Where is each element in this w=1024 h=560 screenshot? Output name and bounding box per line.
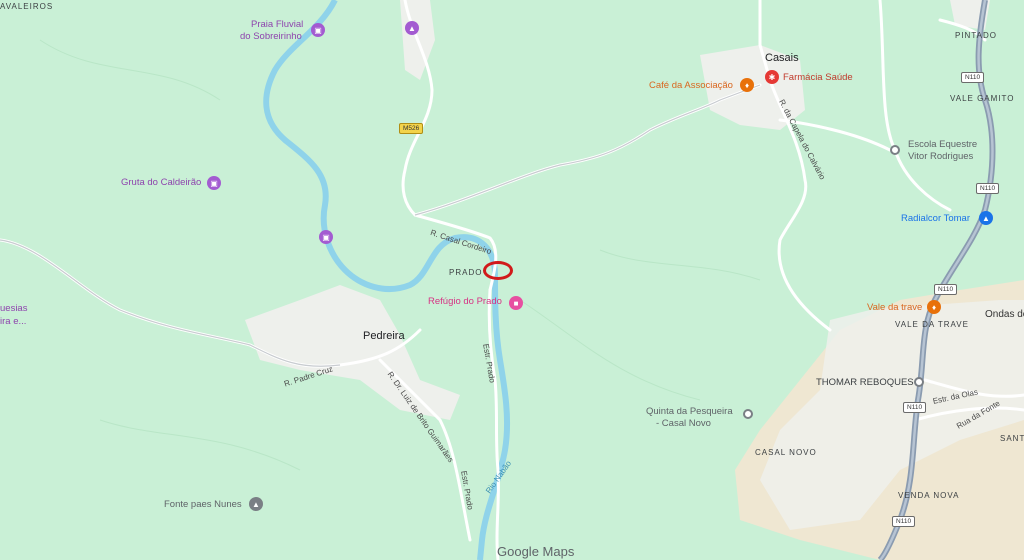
poi-label-quesias-line2: ira e...	[0, 316, 27, 327]
poi-label-refugio-do-prado[interactable]: Refúgio do Prado	[428, 296, 502, 307]
place-label-casais[interactable]: Casais	[765, 52, 799, 64]
map-canvas[interactable]: AVALEIROS PINTADO VALE GAMITO Casais PRA…	[0, 0, 1024, 560]
place-label-avaleiros: AVALEIROS	[0, 2, 54, 11]
road-shield-n110: N110	[903, 402, 927, 413]
landmark-icon[interactable]: ▲	[249, 497, 263, 511]
place-dot-icon[interactable]	[890, 145, 900, 155]
museum-icon[interactable]: ▲	[405, 21, 419, 35]
road-shield-n110: N110	[892, 516, 916, 527]
place-dot-icon[interactable]	[743, 409, 753, 419]
poi-label-fonte-paes-nunes[interactable]: Fonte paes Nunes	[164, 499, 242, 510]
poi-label-gruta-do-caldeirao[interactable]: Gruta do Caldeirão	[121, 177, 201, 188]
poi-label-vale-da-trave[interactable]: Vale da trave	[867, 302, 922, 313]
place-label-pedreira[interactable]: Pedreira	[363, 330, 405, 342]
place-label-sant: SANT	[1000, 434, 1024, 443]
poi-label-quesias-line1: uesias	[0, 303, 28, 314]
poi-label-escola-line1[interactable]: Escola Equestre	[908, 139, 977, 150]
highlight-ellipse-marker	[483, 261, 513, 280]
place-label-ondas: Ondas de	[985, 309, 1024, 320]
map-base-layer	[0, 0, 1024, 560]
road-shield-n110: N110	[961, 72, 985, 83]
poi-label-escola-line2[interactable]: Vitor Rodrigues	[908, 151, 973, 162]
poi-label-radialcor-tomar[interactable]: Radialcor Tomar	[901, 213, 970, 224]
place-label-pintado: PINTADO	[955, 31, 997, 40]
place-label-vale-da-trave: VALE DA TRAVE	[895, 320, 969, 329]
lodging-icon[interactable]: ■	[509, 296, 523, 310]
road-shield-m526: M526	[399, 123, 424, 134]
pharmacy-icon[interactable]: ✱	[765, 70, 779, 84]
poi-label-quinta-line2[interactable]: - Casal Novo	[656, 418, 711, 429]
camera-icon[interactable]: ▣	[319, 230, 333, 244]
place-label-venda-nova: VENDA NOVA	[898, 491, 960, 500]
google-maps-logo[interactable]: Google Maps	[497, 544, 574, 559]
place-label-prado: PRADO	[449, 268, 483, 277]
restaurant-icon[interactable]: ♦	[927, 300, 941, 314]
road-shield-n110: N110	[976, 183, 1000, 194]
place-label-vale-gamito: VALE GAMITO	[950, 94, 1015, 103]
poi-label-praia-fluvial-line1[interactable]: Praia Fluvial	[251, 19, 303, 30]
place-dot-icon[interactable]	[914, 377, 924, 387]
poi-label-thomar-reboques[interactable]: THOMAR REBOQUES	[816, 377, 914, 388]
road-shield-n110: N110	[934, 284, 958, 295]
poi-label-farmacia-saude[interactable]: Farmácia Saúde	[783, 72, 853, 83]
camera-icon[interactable]: ▣	[207, 176, 221, 190]
poi-label-praia-fluvial-line2[interactable]: do Sobreirinho	[240, 31, 302, 42]
restaurant-icon[interactable]: ♦	[740, 78, 754, 92]
poi-label-quinta-line1[interactable]: Quinta da Pesqueira	[646, 406, 733, 417]
poi-label-cafe-da-associacao[interactable]: Café da Associação	[649, 80, 733, 91]
shop-icon[interactable]: ▲	[979, 211, 993, 225]
place-label-casal-novo: CASAL NOVO	[755, 448, 817, 457]
camera-icon[interactable]: ▣	[311, 23, 325, 37]
